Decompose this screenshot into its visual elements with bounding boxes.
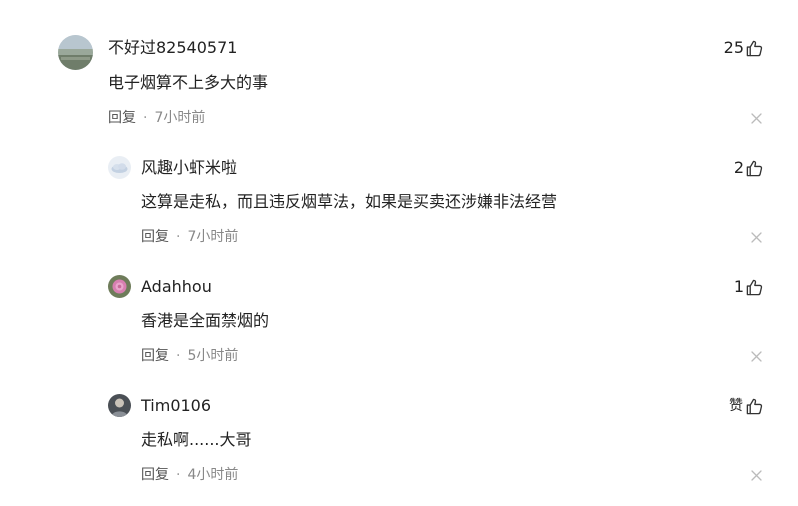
comment-username[interactable]: 风趣小虾米啦 [141, 158, 237, 178]
comment-timestamp: 4小时前 [187, 467, 239, 483]
portrait-avatar-image [108, 394, 131, 417]
meta-separator: · [176, 467, 181, 483]
like-button[interactable]: 25 [724, 38, 764, 58]
meta-separator: · [176, 229, 181, 245]
close-icon [751, 351, 762, 362]
close-button[interactable] [751, 113, 762, 124]
reply-button[interactable]: 回复 [141, 228, 169, 246]
close-button[interactable] [751, 351, 762, 362]
avatar[interactable] [108, 156, 131, 179]
thumbs-up-icon [746, 160, 763, 176]
reply-button[interactable]: 回复 [108, 109, 136, 127]
comment-text: 这算是走私，而且违反烟草法，如果是买卖还涉嫌非法经营 [141, 192, 558, 211]
reply-item: Tim0106 走私啊......大哥 回复 · 4小时前 赞 [0, 379, 798, 506]
thumbs-up-icon [746, 279, 763, 295]
comment-timestamp: 7小时前 [154, 110, 206, 126]
avatar[interactable] [108, 394, 131, 417]
comment-username[interactable]: Adahhou [141, 277, 212, 297]
like-count: 1 [733, 277, 744, 296]
comment-username[interactable]: Tim0106 [141, 396, 211, 416]
thumbs-up-icon [746, 40, 763, 56]
comment-text: 香港是全面禁烟的 [141, 311, 270, 330]
reply-item: Adahhou 香港是全面禁烟的 回复 · 5小时前 1 [0, 260, 798, 379]
like-label: 赞 [729, 398, 743, 414]
comment-item: 不好过82540571 电子烟算不上多大的事 回复 · 7小时前 25 [0, 0, 798, 140]
close-icon [751, 232, 762, 243]
meta-separator: · [143, 110, 148, 126]
like-button[interactable]: 2 [734, 158, 764, 178]
comment-timestamp: 5小时前 [187, 348, 239, 364]
like-button[interactable]: 1 [734, 277, 764, 297]
comment-text: 电子烟算不上多大的事 [108, 73, 269, 92]
comment-meta: 回复 · 4小时前 [141, 466, 238, 484]
landscape-avatar-image [58, 35, 93, 70]
reply-item: 风趣小虾米啦 这算是走私，而且违反烟草法，如果是买卖还涉嫌非法经营 回复 · 7… [0, 140, 798, 260]
avatar[interactable] [58, 35, 93, 70]
meta-separator: · [176, 348, 181, 364]
thumbs-up-icon [746, 398, 763, 414]
cloud-avatar-image [108, 156, 131, 179]
avatar[interactable] [108, 275, 131, 298]
comment-meta: 回复 · 5小时前 [141, 347, 238, 365]
comment-timestamp: 7小时前 [187, 229, 239, 245]
like-count: 25 [723, 38, 744, 57]
comment-meta: 回复 · 7小时前 [108, 109, 205, 127]
comment-meta: 回复 · 7小时前 [141, 228, 238, 246]
close-icon [751, 470, 762, 481]
reply-button[interactable]: 回复 [141, 347, 169, 365]
close-icon [751, 113, 762, 124]
flower-avatar-image [108, 275, 131, 298]
like-count: 2 [733, 158, 744, 177]
reply-button[interactable]: 回复 [141, 466, 169, 484]
comment-text: 走私啊......大哥 [141, 430, 252, 449]
like-button[interactable]: 赞 [729, 396, 764, 416]
close-button[interactable] [751, 470, 762, 481]
comment-username[interactable]: 不好过82540571 [108, 38, 237, 58]
close-button[interactable] [751, 232, 762, 243]
